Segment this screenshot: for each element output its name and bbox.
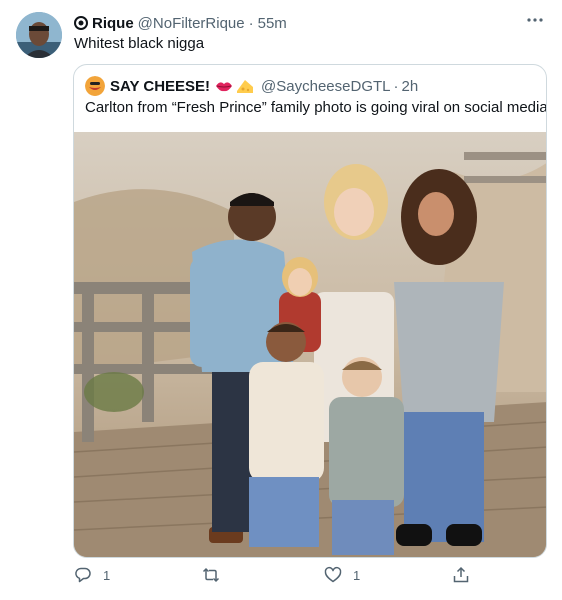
more-options-icon[interactable] xyxy=(524,11,546,33)
separator: · xyxy=(248,14,254,32)
author-handle[interactable]: @NoFilterRique xyxy=(138,15,245,32)
share-icon xyxy=(453,566,469,583)
reply-icon xyxy=(75,567,91,583)
cheese-emoji-icon xyxy=(237,80,254,93)
tweet-header: Rique @NoFilterRique · 55m xyxy=(74,13,546,33)
reply-button[interactable]: 1 xyxy=(74,566,110,584)
quote-timestamp[interactable]: 2h xyxy=(402,78,419,95)
tweet-timestamp[interactable]: 55m xyxy=(258,15,287,32)
quote-author-avatar[interactable] xyxy=(85,76,105,96)
share-button[interactable] xyxy=(452,566,470,584)
quote-author-name[interactable]: SAY CHEESE! xyxy=(110,78,210,95)
tweet-text: Whitest black nigga xyxy=(74,35,205,52)
quoted-tweet[interactable]: SAY CHEESE! @SaycheeseDGTL · 2h Carlton … xyxy=(73,64,547,558)
verified-badge-icon xyxy=(74,16,88,30)
family-photo[interactable] xyxy=(74,132,546,557)
heart-icon xyxy=(324,566,342,583)
like-count: 1 xyxy=(353,567,361,583)
lips-emoji-icon xyxy=(216,82,233,92)
action-bar: 1 1 xyxy=(74,566,474,586)
retweet-button[interactable] xyxy=(202,566,220,584)
quote-header: SAY CHEESE! @SaycheeseDGTL · 2h xyxy=(85,76,418,96)
author-avatar[interactable] xyxy=(16,12,62,58)
like-button[interactable]: 1 xyxy=(324,566,360,584)
reply-count: 1 xyxy=(103,567,111,583)
retweet-icon xyxy=(202,567,220,583)
quote-author-handle[interactable]: @SaycheeseDGTL xyxy=(261,78,390,95)
author-name[interactable]: Rique xyxy=(92,15,134,32)
quote-text: Carlton from “Fresh Prince” family photo… xyxy=(85,99,547,116)
quote-separator: · xyxy=(393,77,399,95)
